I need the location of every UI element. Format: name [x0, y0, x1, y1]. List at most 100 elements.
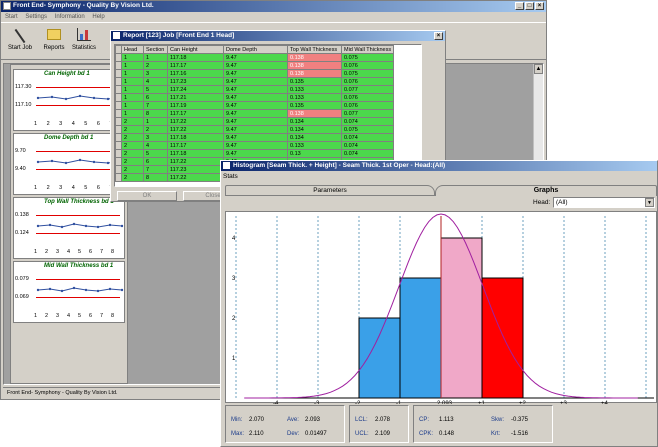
status-text: Front End- Symphony - Quality By Vision … — [7, 390, 118, 396]
table-cell: 1 — [121, 61, 144, 70]
table-row[interactable]: 2 4 117.17 9.47 0.133 0.074 — [115, 141, 395, 150]
histogram-window: Histogram [Seam Thick. + Height] - Seam … — [220, 160, 658, 447]
chevron-down-icon[interactable]: ▼ — [645, 198, 654, 207]
table-row[interactable]: 1 5 117.24 9.47 0.133 0.077 — [115, 85, 395, 94]
menu-help[interactable]: Help — [92, 14, 104, 20]
table-cell: 6 — [143, 93, 168, 102]
histogram-bar — [481, 277, 524, 399]
statistics-button[interactable]: Statistics — [69, 25, 99, 57]
table-cell: 0.077 — [340, 85, 395, 94]
table-cell: 117.17 — [167, 61, 224, 70]
start-job-button[interactable]: Start Job — [5, 25, 35, 57]
table-row[interactable]: 2 3 117.18 9.47 0.134 0.074 — [115, 133, 395, 142]
table-row[interactable]: 1 8 117.17 9.47 0.138 0.077 — [115, 109, 395, 118]
side-chart-xtick: 5 — [78, 313, 82, 319]
table-row[interactable]: 1 3 117.16 9.47 0.138 0.075 — [115, 69, 395, 78]
table-cell: 1 — [121, 77, 144, 86]
table-cell: 9.47 — [223, 93, 288, 102]
table-cell: 9.47 — [223, 53, 288, 62]
lcl-label: LCL: — [355, 417, 368, 423]
side-chart-ytick: 9.40 — [15, 166, 26, 172]
cp-label: CP: — [419, 417, 430, 423]
table-cell: 117.23 — [167, 165, 224, 174]
table-row[interactable]: 1 6 117.21 9.47 0.133 0.076 — [115, 93, 395, 102]
side-chart-series — [36, 286, 124, 293]
krt-value: -1.516 — [511, 431, 529, 437]
side-chart-point — [48, 223, 52, 227]
menu-information[interactable]: Information — [55, 14, 85, 20]
table-row[interactable]: 1 7 117.19 9.47 0.135 0.076 — [115, 101, 395, 110]
y-tick-label: 2 — [232, 316, 236, 322]
table-cell: 1 — [143, 117, 168, 126]
maximize-button[interactable]: □ — [525, 2, 534, 10]
side-chart-point — [84, 224, 88, 228]
table-cell: 0.133 — [287, 93, 342, 102]
table-cell: 0.077 — [340, 109, 395, 118]
table-cell: 0.075 — [340, 125, 395, 134]
column-header[interactable]: Top Wall Thickness — [287, 45, 342, 54]
menu-start[interactable]: Start — [5, 14, 18, 20]
x-tick-label: +2 — [519, 401, 527, 404]
table-row[interactable]: 1 2 117.17 9.47 0.138 0.076 — [115, 61, 395, 70]
table-cell: 117.22 — [167, 173, 224, 182]
report-ok-button[interactable]: OK — [117, 191, 177, 201]
ave-value: 2.093 — [305, 417, 321, 423]
reports-label: Reports — [43, 45, 65, 51]
table-row[interactable]: 2 5 117.18 9.47 0.13 0.074 — [115, 149, 395, 158]
minimize-button[interactable]: _ — [515, 2, 524, 10]
table-cell: 0.074 — [340, 133, 395, 142]
column-header[interactable]: Mid Wall Thickness — [340, 45, 395, 54]
table-cell: 2 — [121, 173, 144, 182]
reports-button[interactable]: Reports — [39, 25, 69, 57]
column-header[interactable]: Section — [143, 45, 168, 54]
side-chart-point — [60, 225, 64, 229]
histogram-icon — [223, 162, 230, 169]
table-row[interactable]: 1 1 117.18 9.47 0.138 0.075 — [115, 53, 395, 62]
x-tick-label: +4 — [601, 401, 609, 404]
tab-graphs[interactable]: Graphs — [435, 185, 657, 196]
column-header[interactable]: Head — [121, 45, 144, 54]
side-chart-xtick: 6 — [89, 249, 93, 255]
table-cell: 117.22 — [167, 117, 224, 126]
side-chart-xtick: 4 — [67, 249, 71, 255]
table-cell: 2 — [121, 141, 144, 150]
close-button[interactable]: × — [535, 2, 544, 10]
table-cell: 1 — [121, 93, 144, 102]
table-cell: 0.138 — [287, 109, 342, 118]
krt-label: Krt: — [491, 431, 501, 437]
side-chart-xtick: 1 — [34, 249, 38, 255]
table-row[interactable]: 2 1 117.22 9.47 0.134 0.074 — [115, 117, 395, 126]
main-title-bar: Front End- Symphony - Quality By Vision … — [1, 1, 546, 12]
column-header[interactable]: Dome Depth — [223, 45, 288, 54]
side-chart-xtick: 1 — [34, 185, 38, 191]
side-chart-point — [96, 289, 100, 293]
side-chart: Can Height bd 1117.30117.101234567 — [13, 69, 125, 131]
menu-settings[interactable]: Settings — [25, 14, 47, 20]
table-row[interactable]: 2 2 117.22 9.47 0.134 0.075 — [115, 125, 395, 134]
side-chart-xtick: 6 — [89, 313, 93, 319]
side-chart-point — [78, 158, 82, 162]
histogram-bar — [358, 317, 401, 399]
table-cell: 117.18 — [167, 149, 224, 158]
side-chart-ytick: 117.10 — [15, 102, 32, 108]
table-cell: 1 — [121, 69, 144, 78]
side-chart-ytick: 0.069 — [15, 294, 29, 300]
side-chart-xtick: 3 — [59, 121, 63, 127]
table-cell: 9.47 — [223, 117, 288, 126]
side-chart-point — [36, 288, 40, 292]
report-close-button[interactable]: × — [434, 32, 443, 40]
stats-menu[interactable]: Stats — [223, 173, 238, 180]
table-cell: 0.076 — [340, 77, 395, 86]
x-tick-label: 2.093 — [437, 401, 453, 404]
stats-box-capability — [413, 405, 553, 443]
side-chart-point — [64, 161, 68, 165]
wand-icon — [13, 28, 27, 44]
side-chart-ytick: 117.30 — [15, 84, 32, 90]
table-row[interactable]: 1 4 117.23 9.47 0.135 0.076 — [115, 77, 395, 86]
side-chart-point — [92, 96, 96, 100]
column-header[interactable]: Can Height — [167, 45, 224, 54]
head-select[interactable]: (All) ▼ — [553, 197, 655, 208]
table-cell: 0.076 — [340, 101, 395, 110]
tab-parameters[interactable]: Parameters — [225, 185, 435, 196]
y-tick-label: 1 — [232, 356, 236, 362]
